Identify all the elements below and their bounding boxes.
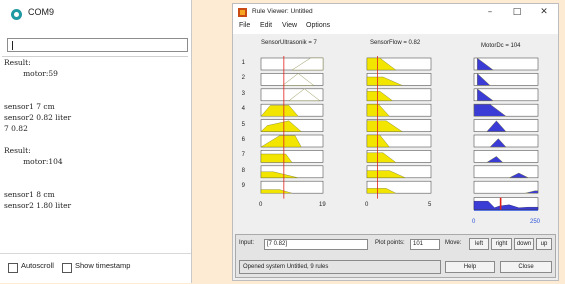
move-up-button[interactable]: up <box>536 238 552 250</box>
flow-axis-min: 0 <box>365 202 369 208</box>
rule-viewer-titlebar: Rule Viewer: Untitled – □ ✕ <box>233 4 558 21</box>
rule-plots[interactable] <box>233 34 560 236</box>
show-timestamp-label: Show timestamp <box>75 261 131 270</box>
rule-plot-area: SensorUltrasonik = 7 SensorFlow = 0.82 M… <box>233 34 558 236</box>
show-timestamp-checkbox[interactable] <box>62 263 72 273</box>
flow-axis-max: 5 <box>428 202 432 208</box>
serial-output-line <box>2 178 188 189</box>
serial-output-line: Result: <box>4 146 31 155</box>
maximize-button[interactable]: □ <box>508 7 526 18</box>
rule-cell-box <box>473 165 539 179</box>
serial-monitor-window: COM9 Result: motor:59 sensor1 7 cm sensor2… <box>0 0 192 283</box>
rule-viewer-menubar: File Edit View Options <box>233 21 558 34</box>
serial-output-line <box>2 134 188 145</box>
serial-output-line <box>2 79 188 90</box>
serial-monitor-title: COM9 <box>28 7 55 17</box>
serial-send-input[interactable] <box>7 38 188 52</box>
ultrasonik-axis-min: 0 <box>259 202 263 208</box>
status-bar: Opened system Untitled, 9 rules <box>239 260 441 274</box>
move-down-button[interactable]: down <box>514 238 534 250</box>
serial-monitor-titlebar: COM9 <box>0 0 191 27</box>
rule-cell-box <box>473 150 539 163</box>
rule-viewer-controls: Input: [7 0.82] Plot points: 101 Move: l… <box>235 234 556 278</box>
autoscroll-checkbox[interactable] <box>8 263 18 273</box>
close-button[interactable]: Close <box>500 261 552 273</box>
menu-view[interactable]: View <box>282 22 297 29</box>
help-button[interactable]: Help <box>445 261 495 273</box>
ultrasonik-axis-max: 19 <box>319 202 326 208</box>
serial-output-line: sensor2 1.80 liter <box>4 201 72 210</box>
move-right-button[interactable]: right <box>491 238 512 250</box>
serial-output-line: motor:104 <box>4 157 63 166</box>
minimize-button[interactable]: – <box>481 7 499 18</box>
plot-points-label: Plot points: <box>375 240 405 246</box>
text-caret <box>12 41 13 50</box>
rule-cell-box <box>473 134 539 148</box>
motor-axis-min: 0 <box>472 219 476 225</box>
serial-monitor-footer: Autoscroll Show timestamp <box>0 253 191 284</box>
input-field[interactable]: [7 0.82] <box>264 239 368 250</box>
move-left-button[interactable]: left <box>469 238 489 250</box>
motor-axis-max: 250 <box>530 219 541 225</box>
matlab-icon <box>238 8 247 17</box>
serial-output-line: sensor1 7 cm <box>4 102 55 111</box>
menu-options[interactable]: Options <box>306 22 330 29</box>
menu-file[interactable]: File <box>239 22 250 29</box>
rule-cell-box <box>473 180 539 194</box>
serial-output-line <box>2 167 188 178</box>
rule-viewer-title: Rule Viewer: Untitled <box>252 8 313 15</box>
move-label: Move: <box>445 240 462 246</box>
serial-output-area[interactable]: Result: motor:59 sensor1 7 cm sensor2 0.82… <box>2 56 188 253</box>
input-label: Input: <box>239 240 255 246</box>
close-window-button[interactable]: ✕ <box>535 7 553 18</box>
serial-output-line: 7 0.82 <box>4 124 28 133</box>
rule-viewer-window: Rule Viewer: Untitled – □ ✕ File Edit Vi… <box>232 3 559 281</box>
plot-points-field[interactable]: 101 <box>410 239 440 250</box>
serial-output-line: sensor2 0.82 liter <box>4 113 72 122</box>
autoscroll-label: Autoscroll <box>21 261 54 270</box>
menu-edit[interactable]: Edit <box>260 22 272 29</box>
serial-output-line: motor:59 <box>4 69 58 78</box>
rule-cell-box <box>473 119 539 132</box>
serial-output-line: sensor1 8 cm <box>4 190 55 199</box>
serial-output-line: Result: <box>4 58 31 67</box>
arduino-serial-icon <box>11 9 22 20</box>
serial-output-line <box>2 90 188 101</box>
